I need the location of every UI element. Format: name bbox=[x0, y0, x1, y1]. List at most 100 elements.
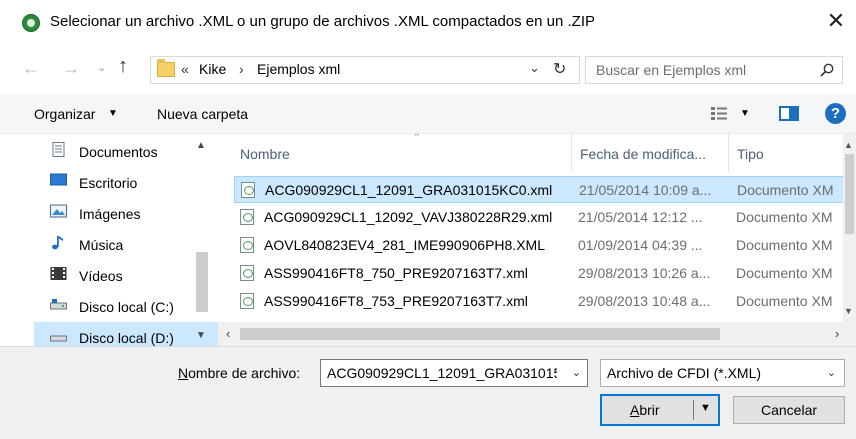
scroll-left-icon[interactable]: ‹ bbox=[226, 326, 230, 341]
sidebar-item-label: Imágenes bbox=[79, 206, 141, 222]
file-type: Documento XM bbox=[736, 265, 833, 281]
column-header-label: Tipo bbox=[737, 146, 764, 162]
file-date: 21/05/2014 10:09 a... bbox=[579, 182, 712, 198]
xml-file-icon bbox=[240, 265, 254, 281]
refresh-icon[interactable]: ↻ bbox=[553, 59, 566, 79]
file-list-vertical-scrollbar[interactable]: ▲ ▼ bbox=[843, 134, 856, 322]
sidebar-item-disco-c[interactable]: Disco local (C:) bbox=[34, 291, 218, 321]
preview-pane-icon[interactable] bbox=[779, 106, 799, 121]
view-dropdown-icon[interactable]: ▼ bbox=[740, 108, 750, 119]
new-folder-button[interactable]: Nueva carpeta bbox=[157, 106, 248, 122]
sidebar-item-label: Disco local (D:) bbox=[79, 330, 174, 346]
videos-icon bbox=[50, 267, 67, 280]
drive-icon bbox=[50, 299, 67, 310]
scroll-down-icon[interactable]: ▼ bbox=[196, 330, 206, 341]
horizontal-scrollbar-thumb[interactable] bbox=[240, 328, 720, 340]
chevron-down-icon[interactable]: ⌄ bbox=[827, 366, 836, 379]
scroll-right-icon[interactable]: › bbox=[835, 326, 839, 341]
folder-icon bbox=[157, 59, 175, 77]
recent-locations-icon[interactable]: ⌄ bbox=[97, 61, 106, 74]
sidebar-item-escritorio[interactable]: Escritorio bbox=[34, 167, 218, 197]
xml-file-icon bbox=[240, 237, 254, 253]
cancel-button[interactable]: Cancelar bbox=[733, 396, 845, 424]
file-date: 29/08/2013 10:26 a... bbox=[578, 265, 711, 281]
table-row[interactable]: ASS990416FT8_753_PRE9207163T7.xml 29/08/… bbox=[234, 288, 854, 315]
vertical-scrollbar-thumb[interactable] bbox=[845, 154, 854, 234]
sidebar-item-label: Vídeos bbox=[79, 268, 123, 284]
open-options-icon[interactable]: ▼ bbox=[700, 402, 711, 414]
scroll-up-icon[interactable]: ▲ bbox=[196, 140, 206, 151]
open-button[interactable]: Abrir ▼ bbox=[600, 394, 720, 426]
back-icon[interactable]: ← bbox=[22, 58, 40, 79]
up-folder-icon[interactable]: ↑ bbox=[118, 55, 128, 78]
filetype-value: Archivo de CFDI (*.XML) bbox=[607, 365, 762, 381]
file-list-horizontal-scrollbar[interactable]: ‹ › bbox=[218, 322, 856, 346]
xml-file-icon bbox=[240, 293, 254, 309]
xml-file-icon bbox=[240, 209, 254, 225]
address-dropdown-icon[interactable]: ⌄ bbox=[529, 60, 540, 76]
sidebar-item-imagenes[interactable]: Imágenes bbox=[34, 198, 218, 228]
chevron-down-icon[interactable]: ⌄ bbox=[572, 366, 581, 379]
scroll-down-icon[interactable]: ▼ bbox=[844, 306, 853, 316]
file-list: Nombre ⌃ Fecha de modifica... Tipo ACG09… bbox=[218, 134, 856, 346]
title-bar: Selecionar un archivo .XML o un grupo de… bbox=[0, 0, 856, 44]
column-header-date[interactable]: Fecha de modifica... bbox=[572, 134, 729, 172]
sidebar-item-musica[interactable]: Música bbox=[34, 229, 218, 259]
scroll-up-icon[interactable]: ▲ bbox=[844, 140, 853, 150]
drive-icon bbox=[50, 335, 67, 342]
file-type: Documento XM bbox=[736, 209, 833, 225]
column-header-name[interactable]: Nombre ⌃ bbox=[232, 134, 572, 172]
filename-value: ACG090929CL1_12091_GRA031015 bbox=[327, 365, 557, 381]
documents-icon bbox=[52, 142, 65, 157]
organize-button[interactable]: Organizar bbox=[34, 106, 95, 122]
split-button-divider bbox=[693, 400, 694, 420]
address-overflow-icon[interactable]: « bbox=[181, 61, 189, 77]
sidebar-item-videos[interactable]: Vídeos bbox=[34, 260, 218, 290]
sidebar-item-label: Disco local (C:) bbox=[79, 299, 174, 315]
desktop-icon bbox=[50, 173, 67, 186]
view-options-icon[interactable] bbox=[711, 107, 727, 121]
sidebar-item-disco-d[interactable]: Disco local (D:) bbox=[34, 322, 218, 346]
file-type: Documento XM bbox=[737, 182, 834, 198]
table-row[interactable]: AOVL840823EV4_281_IME990906PH8.XML 01/09… bbox=[234, 232, 854, 259]
file-type: Documento XM bbox=[736, 237, 833, 253]
sidebar-item-documentos[interactable]: Documentos bbox=[34, 136, 218, 166]
file-name: ASS990416FT8_750_PRE9207163T7.xml bbox=[264, 265, 528, 281]
open-button-label: Abrir bbox=[630, 402, 660, 418]
table-row[interactable]: ASS990416FT8_750_PRE9207163T7.xml 29/08/… bbox=[234, 260, 854, 287]
music-icon bbox=[52, 236, 63, 250]
xml-file-icon bbox=[241, 182, 255, 198]
table-row[interactable]: ACG090929CL1_12092_VAVJ380228R29.xml 21/… bbox=[234, 204, 854, 231]
sidebar-item-label: Escritorio bbox=[79, 175, 138, 191]
address-bar[interactable]: « Kike › Ejemplos xml ⌄ ↻ bbox=[150, 56, 580, 84]
help-icon[interactable]: ? bbox=[825, 103, 846, 124]
filename-label: Nombre de archivo: bbox=[178, 365, 301, 381]
app-icon bbox=[22, 14, 40, 32]
chevron-down-icon[interactable]: ▼ bbox=[108, 108, 118, 119]
dialog-footer: Nombre de archivo: ACG090929CL1_12091_GR… bbox=[0, 346, 856, 439]
navigation-pane: Documentos Escritorio Imágenes Música Ví… bbox=[0, 134, 218, 346]
sort-ascending-icon: ⌃ bbox=[412, 134, 422, 144]
table-row[interactable]: ACG090929CL1_12091_GRA031015KC0.xml 21/0… bbox=[234, 176, 854, 203]
command-toolbar: Organizar ▼ Nueva carpeta ▼ ? bbox=[0, 94, 856, 134]
filename-field[interactable]: ACG090929CL1_12091_GRA031015 ⌄ bbox=[320, 359, 588, 387]
column-header-type[interactable]: Tipo bbox=[729, 134, 856, 172]
breadcrumb-separator-icon[interactable]: › bbox=[239, 61, 244, 77]
breadcrumb-kike[interactable]: Kike bbox=[199, 61, 226, 77]
file-name: AOVL840823EV4_281_IME990906PH8.XML bbox=[264, 237, 545, 253]
file-name: ASS990416FT8_753_PRE9207163T7.xml bbox=[264, 293, 528, 309]
breadcrumb-ejemplos-xml[interactable]: Ejemplos xml bbox=[257, 61, 340, 77]
column-header-label: Nombre bbox=[240, 146, 290, 162]
navigation-scrollbar-thumb[interactable] bbox=[196, 252, 208, 312]
search-icon[interactable] bbox=[820, 63, 834, 77]
search-input[interactable]: Buscar en Ejemplos xml bbox=[585, 56, 843, 84]
forward-icon[interactable]: → bbox=[62, 58, 80, 79]
search-placeholder: Buscar en Ejemplos xml bbox=[596, 62, 747, 78]
filetype-select[interactable]: Archivo de CFDI (*.XML) ⌄ bbox=[600, 359, 845, 387]
column-header-label: Fecha de modifica... bbox=[580, 146, 707, 162]
file-date: 29/08/2013 10:48 a... bbox=[578, 293, 711, 309]
file-date: 21/05/2014 12:12 ... bbox=[578, 209, 703, 225]
close-button[interactable]: ✕ bbox=[822, 8, 850, 36]
sidebar-item-label: Música bbox=[79, 237, 124, 253]
file-type: Documento XM bbox=[736, 293, 833, 309]
